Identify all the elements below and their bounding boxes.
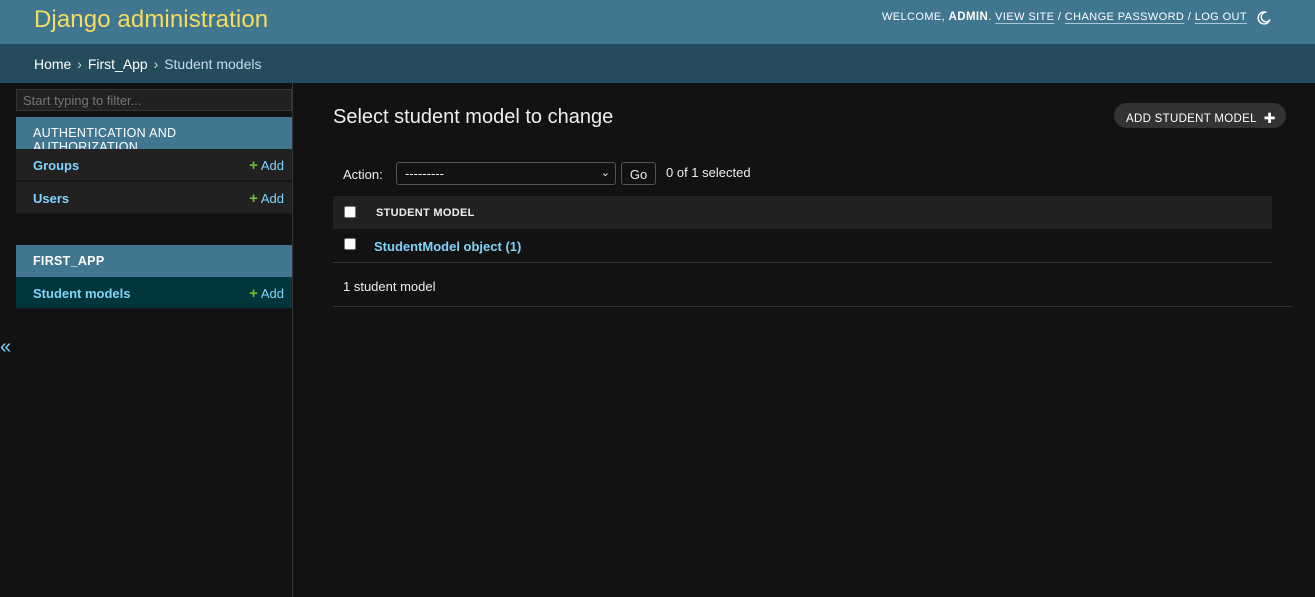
sidebar-item-groups: Groups + Add bbox=[16, 149, 292, 181]
row-checkbox[interactable] bbox=[344, 238, 356, 250]
student-models-link[interactable]: Student models bbox=[33, 286, 131, 301]
breadcrumb-current: Student models bbox=[164, 56, 262, 72]
actions-bar: Action: --------- ⌄ Go 0 of 1 selected bbox=[333, 159, 1272, 192]
breadcrumb-app[interactable]: First_App bbox=[88, 56, 148, 72]
moon-icon[interactable] bbox=[1257, 11, 1271, 25]
plus-icon: ✚ bbox=[1263, 110, 1276, 126]
table-row: StudentModel object (1) bbox=[333, 229, 1272, 263]
header: Django administration WELCOME, ADMIN. VI… bbox=[0, 0, 1315, 44]
toggle-nav-sidebar-button[interactable]: « bbox=[0, 335, 12, 359]
action-selected-value: --------- bbox=[405, 166, 444, 181]
plus-icon: + bbox=[249, 190, 258, 207]
action-select[interactable]: --------- ⌄ bbox=[396, 162, 616, 185]
separator: / bbox=[1057, 11, 1062, 23]
breadcrumb-home[interactable]: Home bbox=[34, 56, 71, 72]
view-site-link[interactable]: VIEW SITE bbox=[995, 11, 1054, 23]
site-branding[interactable]: Django administration bbox=[34, 6, 268, 34]
page-title: Select student model to change bbox=[333, 106, 614, 128]
module-caption-first-app[interactable]: FIRST_APP bbox=[16, 245, 292, 277]
log-out-link[interactable]: LOG OUT bbox=[1195, 11, 1247, 23]
select-all-checkbox[interactable] bbox=[344, 206, 356, 218]
add-label: Add bbox=[260, 158, 284, 173]
module-caption-auth[interactable]: AUTHENTICATION AND AUTHORIZATION bbox=[16, 117, 292, 154]
sidebar-item-users: Users + Add bbox=[16, 182, 292, 214]
sidebar-item-student-models: Student models + Add bbox=[16, 277, 292, 309]
object-link[interactable]: StudentModel object (1) bbox=[374, 239, 521, 254]
add-label: Add bbox=[260, 286, 284, 301]
chevron-down-icon: ⌄ bbox=[600, 167, 610, 179]
add-group-link[interactable]: + Add bbox=[249, 157, 284, 174]
plus-icon: + bbox=[249, 157, 258, 174]
add-label: Add bbox=[260, 191, 284, 206]
users-link[interactable]: Users bbox=[33, 191, 69, 206]
paginator: 1 student model bbox=[333, 263, 1292, 307]
welcome-text: WELCOME, bbox=[881, 11, 946, 23]
go-button[interactable]: Go bbox=[621, 162, 656, 185]
add-student-model-button[interactable]: ADD STUDENT MODEL ✚ bbox=[1114, 103, 1286, 128]
add-user-link[interactable]: + Add bbox=[249, 190, 284, 207]
paginator-count: 1 student model bbox=[343, 279, 436, 294]
nav-sidebar: AUTHENTICATION AND AUTHORIZATION Groups … bbox=[16, 83, 293, 597]
add-student-model-link[interactable]: + Add bbox=[249, 285, 284, 302]
breadcrumb-separator: › bbox=[77, 56, 82, 72]
separator: / bbox=[1187, 11, 1192, 23]
groups-link[interactable]: Groups bbox=[33, 158, 79, 173]
action-counter: 0 of 1 selected bbox=[666, 165, 751, 180]
nav-filter-input[interactable] bbox=[16, 89, 292, 111]
breadcrumb: Home › First_App › Student models bbox=[0, 44, 1315, 83]
user-tools: WELCOME, ADMIN. VIEW SITE / CHANGE PASSW… bbox=[881, 11, 1247, 23]
plus-icon: + bbox=[249, 285, 258, 302]
username: ADMIN bbox=[948, 11, 989, 23]
breadcrumb-separator: › bbox=[153, 56, 159, 72]
change-password-link[interactable]: CHANGE PASSWORD bbox=[1065, 11, 1184, 23]
action-label: Action: bbox=[343, 167, 383, 182]
table-header: STUDENT MODEL bbox=[333, 196, 1272, 229]
add-button-label: ADD STUDENT MODEL bbox=[1126, 113, 1257, 125]
column-header-student-model[interactable]: STUDENT MODEL bbox=[376, 207, 475, 219]
